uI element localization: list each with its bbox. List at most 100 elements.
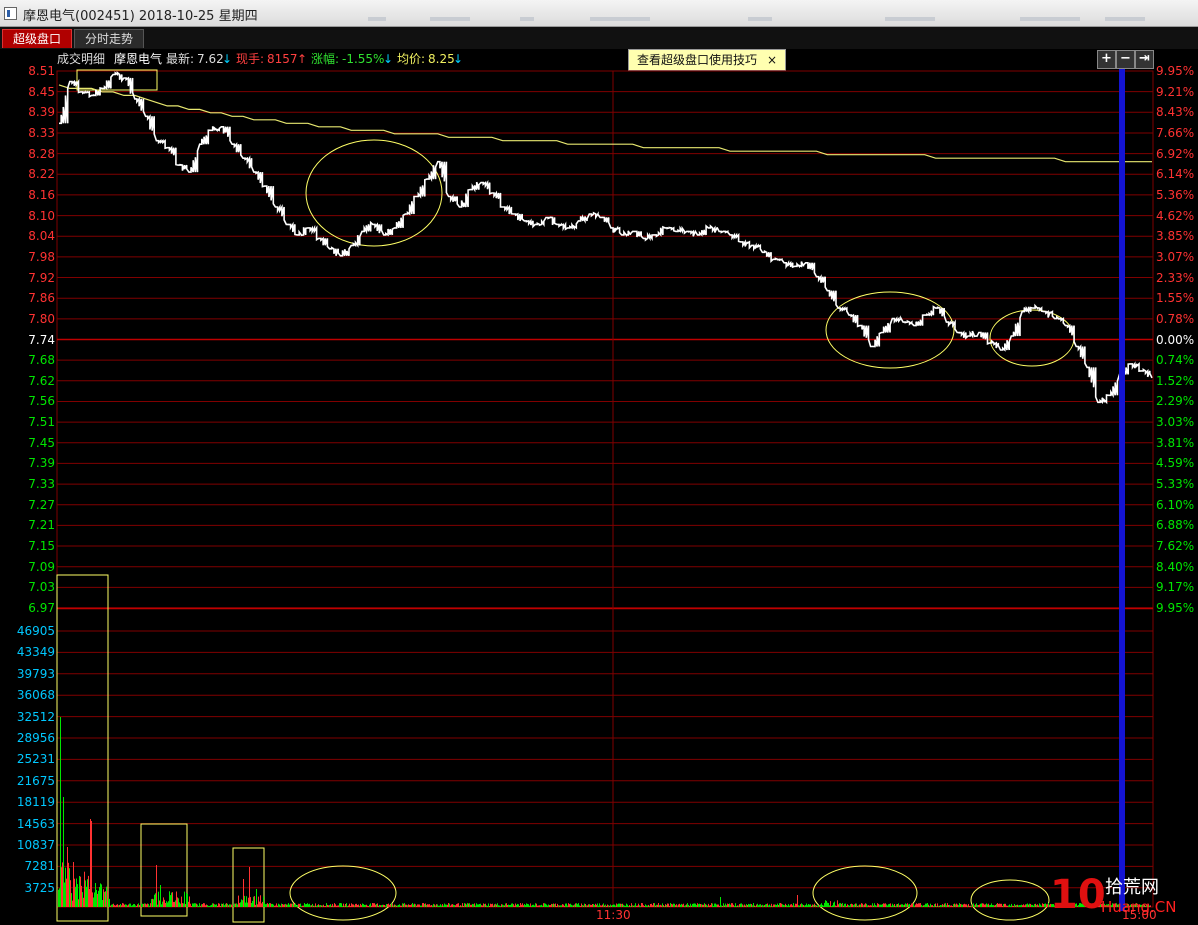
volume-bar (550, 905, 551, 907)
volume-bar (435, 905, 436, 907)
volume-bar (724, 905, 725, 907)
volume-bar (72, 900, 73, 907)
volume-bar (900, 904, 901, 907)
volume-bar (130, 903, 131, 907)
volume-bar (746, 904, 747, 907)
volume-bar (1004, 903, 1005, 907)
volume-bar (535, 903, 536, 907)
volume-bar (647, 905, 648, 907)
volume-bar (343, 903, 344, 907)
volume-bar (835, 905, 836, 907)
annotation-ellipse (970, 879, 1050, 921)
price-axis-label: 8.51 (28, 64, 55, 78)
volume-bar (573, 905, 574, 907)
volume-bar (638, 903, 639, 907)
volume-bar (682, 904, 683, 907)
volume-bar (705, 904, 706, 907)
volume-bar (826, 900, 827, 907)
volume-bar (247, 902, 248, 907)
volume-bar (684, 905, 685, 907)
volume-bar (590, 904, 591, 907)
volume-bar (538, 905, 539, 907)
volume-bar (691, 905, 692, 907)
pct-axis-label: 9.21% (1156, 84, 1195, 99)
volume-bar (1003, 904, 1004, 907)
volume-bar (411, 904, 412, 907)
volume-bar (640, 905, 641, 907)
volume-bar (587, 905, 588, 907)
volume-bar (488, 903, 489, 907)
intraday-chart[interactable]: 10 拾荒网Huang.CN (0, 0, 1198, 925)
volume-bar (413, 904, 414, 907)
volume-bar (197, 904, 198, 907)
volume-bar (689, 905, 690, 907)
volume-bar (556, 906, 557, 907)
volume-bar (131, 905, 132, 907)
volume-bar (382, 904, 383, 907)
price-axis-label: 7.86 (28, 291, 55, 306)
volume-bar (487, 905, 488, 907)
volume-bar (588, 904, 589, 907)
volume-bar (755, 906, 756, 907)
volume-bar (466, 904, 467, 907)
volume-bar (661, 905, 662, 907)
volume-bar (941, 905, 942, 907)
volume-bar (794, 905, 795, 907)
volume-bar (489, 905, 490, 907)
volume-bar (474, 903, 475, 907)
volume-bar (301, 905, 302, 907)
volume-bar (404, 903, 405, 907)
volume-bar (1005, 903, 1006, 907)
volume-bar (98, 890, 99, 907)
volume-bar (716, 904, 717, 907)
volume-bar (326, 903, 327, 907)
volume-bar (476, 903, 477, 907)
pct-axis-label: 7.62% (1156, 539, 1195, 554)
volume-bar (871, 905, 872, 907)
volume-bar (769, 904, 770, 907)
volume-bar (967, 905, 968, 907)
volume-bar (89, 889, 90, 907)
volume-bar (497, 903, 498, 907)
volume-bar (477, 904, 478, 907)
volume-bar (85, 880, 86, 907)
volume-bar (483, 903, 484, 907)
volume-bar (944, 903, 945, 907)
volume-bar (574, 904, 575, 907)
volume-bar (585, 904, 586, 907)
volume-bar (366, 904, 367, 907)
volume-bar (730, 904, 731, 907)
volume-bar (552, 904, 553, 907)
volume-bar (743, 905, 744, 907)
volume-bar (812, 904, 813, 907)
volume-bar (80, 876, 81, 907)
volume-bar (327, 904, 328, 907)
volume-bar (459, 905, 460, 907)
volume-bar (778, 905, 779, 907)
volume-bar (361, 905, 362, 907)
volume-bar (968, 904, 969, 907)
volume-bar (386, 904, 387, 907)
volume-bar (729, 903, 730, 907)
volume-bar (771, 903, 772, 907)
price-axis-label: 7.09 (28, 559, 55, 574)
volume-bar (112, 904, 113, 907)
volume-bar (144, 903, 145, 907)
volume-bar (870, 905, 871, 907)
volume-bar (960, 904, 961, 907)
volume-bar (1046, 904, 1047, 907)
volume-bar (678, 904, 679, 907)
volume-bar (309, 903, 310, 907)
volume-bar (782, 904, 783, 907)
volume-bar (215, 904, 216, 907)
volume-bar (643, 905, 644, 907)
pct-axis-label: 9.95% (1156, 601, 1195, 615)
volume-bar (443, 905, 444, 907)
crosshair-cursor[interactable] (1119, 69, 1125, 911)
volume-bar (173, 901, 174, 907)
price-axis-label: 7.27 (28, 497, 55, 512)
volume-bar (138, 903, 139, 907)
volume-bar (631, 903, 632, 907)
price-axis-label: 7.39 (28, 456, 55, 471)
price-axis-label: 8.28 (28, 146, 55, 161)
